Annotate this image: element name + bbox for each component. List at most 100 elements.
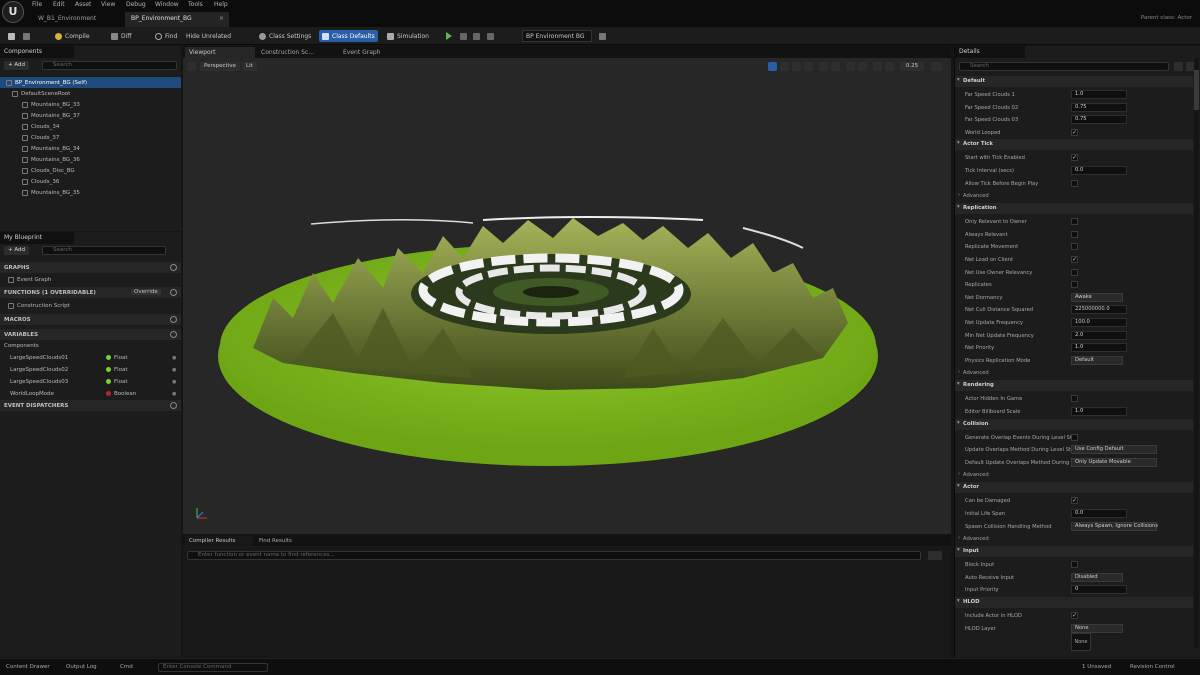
override-dropdown[interactable]: Override	[131, 289, 161, 295]
property-dropdown[interactable]: Awake	[1071, 292, 1123, 302]
property-value-field[interactable]: 1.0	[1071, 90, 1127, 99]
class-defaults-button[interactable]: Class Defaults	[319, 30, 378, 42]
variable-type[interactable]: Float	[114, 355, 128, 361]
diff-button[interactable]: Diff	[108, 30, 134, 42]
event-dispatchers-header[interactable]: EVENT DISPATCHERS	[0, 400, 181, 411]
menu-debug[interactable]: Debug	[126, 1, 146, 8]
advanced-toggle[interactable]: Advanced	[955, 469, 1193, 481]
menu-window[interactable]: Window	[155, 1, 179, 8]
my-blueprint-tab[interactable]: My Blueprint	[0, 232, 74, 244]
details-section-header[interactable]: Replication	[955, 203, 1193, 215]
variable-item[interactable]: WorldLoopMode Boolean ●	[0, 388, 181, 399]
details-section-header[interactable]: Input	[955, 546, 1193, 558]
component-scene-root[interactable]: DefaultSceneRoot	[0, 88, 70, 99]
property-value-field[interactable]: 1.0	[1071, 343, 1127, 353]
variables-header[interactable]: VARIABLES	[0, 329, 181, 340]
component-item[interactable]: Clouds_37	[0, 132, 59, 143]
event-graph-item[interactable]: Event Graph	[0, 274, 51, 285]
browse-debug-button[interactable]	[596, 30, 609, 42]
property-checkbox[interactable]	[1071, 179, 1078, 187]
details-section-header[interactable]: Default	[955, 76, 1193, 87]
details-section-header[interactable]: HLOD	[955, 597, 1193, 608]
simulation-button[interactable]: Simulation	[384, 30, 432, 42]
step-button[interactable]	[457, 30, 470, 42]
tab-event-graph[interactable]: Event Graph	[339, 47, 399, 58]
tab-compiler-results[interactable]: Compiler Results	[185, 536, 253, 546]
add-member-button[interactable]: + Add	[4, 246, 30, 255]
property-value-field[interactable]: 100.0	[1071, 318, 1127, 327]
property-checkbox[interactable]	[1071, 268, 1078, 276]
browse-button[interactable]	[20, 30, 33, 42]
property-matrix-icon[interactable]	[1174, 62, 1183, 71]
hide-unrelated-button[interactable]: Hide Unrelated	[183, 30, 234, 42]
variable-type[interactable]: Float	[114, 379, 128, 385]
components-search-input[interactable]: Search	[42, 61, 177, 70]
details-search-input[interactable]: Search	[959, 62, 1169, 71]
find-references-input[interactable]: Enter function or event name to find ref…	[187, 551, 921, 560]
unsaved-indicator[interactable]: 1 Unsaved	[1082, 664, 1111, 670]
add-macro-icon[interactable]	[170, 316, 177, 323]
advanced-toggle[interactable]: Advanced	[955, 190, 1193, 202]
add-function-icon[interactable]	[170, 289, 177, 296]
visibility-eye-icon[interactable]: ●	[172, 367, 176, 373]
property-value-field[interactable]: 0.75	[1071, 102, 1127, 112]
property-checkbox[interactable]	[1071, 230, 1078, 238]
menu-tools[interactable]: Tools	[188, 1, 203, 8]
viewport[interactable]: Perspective Lit 0.25	[183, 58, 951, 534]
visibility-eye-icon[interactable]: ●	[172, 379, 176, 385]
component-item[interactable]: Mountains_BG_36	[0, 154, 80, 165]
menu-view[interactable]: View	[101, 1, 115, 8]
variable-item[interactable]: LargeSpeedClouds03 Float ●	[0, 376, 181, 387]
components-tab[interactable]: Components	[0, 46, 74, 58]
tab-viewport[interactable]: Viewport	[185, 47, 255, 58]
find-button[interactable]: Find	[152, 30, 180, 42]
variable-category-components[interactable]: Components	[0, 340, 39, 351]
property-checkbox[interactable]	[1071, 243, 1078, 251]
compile-button[interactable]: Compile	[52, 30, 93, 42]
component-item[interactable]: Clouds_34	[0, 121, 59, 132]
tab-find-results[interactable]: Find Results	[255, 536, 319, 546]
unreal-logo-icon[interactable]: U	[2, 1, 24, 23]
hlod-layer-thumbnail[interactable]: None	[1071, 633, 1091, 652]
functions-header[interactable]: FUNCTIONS (1 OVERRIDABLE) Override	[0, 287, 181, 298]
property-checkbox[interactable]	[1071, 561, 1078, 569]
property-value-field[interactable]: 225000000.0	[1071, 305, 1127, 315]
component-root[interactable]: BP_Environment_BG (Self)	[0, 77, 181, 88]
tab-w-b1-environment[interactable]: W_B1_Environment	[32, 12, 122, 27]
details-scrollbar[interactable]	[1194, 58, 1199, 648]
stop-button[interactable]	[470, 30, 483, 42]
graphs-header[interactable]: GRAPHS	[0, 262, 181, 273]
console-command-input[interactable]: Enter Console Command	[158, 663, 268, 672]
advanced-toggle[interactable]: Advanced	[955, 533, 1193, 545]
property-checkbox[interactable]: ✓	[1071, 612, 1078, 619]
component-item[interactable]: Clouds_36	[0, 176, 59, 187]
construction-script-item[interactable]: Construction Script	[0, 300, 70, 311]
property-dropdown[interactable]: Only Update Movable	[1071, 457, 1157, 467]
property-value-field[interactable]: 2.0	[1071, 330, 1127, 340]
tab-bp-environment-bg[interactable]: BP_Environment_BG ×	[125, 12, 229, 27]
visibility-eye-icon[interactable]: ●	[172, 391, 176, 397]
save-button[interactable]	[5, 30, 18, 42]
property-dropdown[interactable]: Disabled	[1071, 572, 1123, 582]
menu-edit[interactable]: Edit	[53, 1, 65, 8]
add-component-button[interactable]: + Add	[4, 61, 30, 70]
advanced-toggle[interactable]: Advanced	[955, 367, 1193, 379]
property-checkbox[interactable]	[1071, 218, 1078, 226]
property-value-field[interactable]: 1.0	[1071, 407, 1127, 416]
find-in-blueprints-icon[interactable]	[928, 551, 942, 560]
component-item[interactable]: Mountains_BG_37	[0, 110, 80, 121]
property-checkbox[interactable]	[1071, 281, 1078, 289]
menu-help[interactable]: Help	[214, 1, 228, 8]
property-checkbox[interactable]: ✓	[1071, 154, 1078, 162]
macros-header[interactable]: MACROS	[0, 314, 181, 325]
property-checkbox[interactable]: ✓	[1071, 497, 1078, 505]
component-item[interactable]: Clouds_Disc_BG	[0, 165, 75, 176]
property-dropdown[interactable]: Default	[1071, 355, 1123, 365]
details-section-header[interactable]: Rendering	[955, 380, 1193, 392]
add-dispatcher-icon[interactable]	[170, 402, 177, 409]
property-checkbox[interactable]: ✓	[1071, 256, 1078, 263]
details-section-header[interactable]: Actor	[955, 482, 1193, 494]
visibility-eye-icon[interactable]: ●	[172, 355, 176, 361]
details-section-header[interactable]: Actor Tick	[955, 139, 1193, 151]
property-checkbox[interactable]	[1071, 433, 1078, 441]
